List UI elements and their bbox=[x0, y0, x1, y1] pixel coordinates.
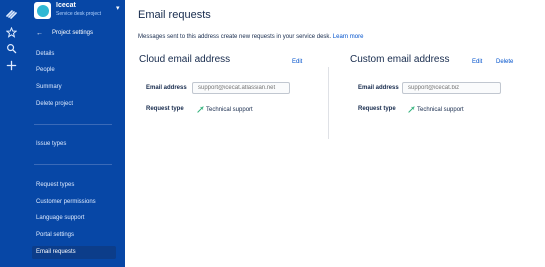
project-type: Service desk project bbox=[56, 11, 102, 17]
sidebar-item-details[interactable]: Details bbox=[34, 48, 118, 61]
star-icon[interactable] bbox=[3, 24, 19, 40]
section-divider bbox=[328, 67, 329, 139]
page-title: Email requests bbox=[138, 9, 211, 21]
search-icon[interactable] bbox=[3, 40, 19, 56]
wrench-icon bbox=[408, 106, 415, 113]
cloud-edit-link[interactable]: Edit bbox=[292, 59, 302, 65]
project-switcher[interactable]: Icecat Service desk project ▾ bbox=[34, 2, 122, 20]
back-to-project-settings[interactable]: ← Project settings bbox=[36, 28, 93, 38]
custom-request-type-value: Technical support bbox=[408, 106, 464, 113]
cloud-email-field[interactable] bbox=[192, 82, 290, 94]
sidebar-item-customer-permissions[interactable]: Customer permissions bbox=[34, 196, 118, 209]
intro-text: Messages sent to this address create new… bbox=[138, 34, 363, 40]
sidebar-item-language-support[interactable]: Language support bbox=[34, 212, 118, 225]
wrench-icon bbox=[197, 106, 204, 113]
project-avatar bbox=[34, 2, 51, 19]
custom-delete-link[interactable]: Delete bbox=[496, 59, 513, 65]
back-label: Project settings bbox=[52, 30, 94, 36]
cloud-request-type-value: Technical support bbox=[197, 106, 253, 113]
project-sidebar: Icecat Service desk project ▾ ← Project … bbox=[22, 0, 125, 267]
sidebar-item-issue-types[interactable]: Issue types bbox=[34, 138, 118, 151]
jira-logo-icon[interactable] bbox=[3, 5, 19, 21]
back-arrow-icon: ← bbox=[36, 29, 43, 37]
custom-request-type-text: Technical support bbox=[417, 106, 464, 113]
sidebar-item-request-types[interactable]: Request types bbox=[34, 179, 118, 192]
sidebar-item-delete-project[interactable]: Delete project bbox=[34, 98, 118, 111]
cloud-request-type-label: Request type bbox=[146, 106, 184, 112]
sidebar-item-summary[interactable]: Summary bbox=[34, 81, 118, 94]
custom-email-title: Custom email address bbox=[350, 54, 450, 65]
custom-edit-link[interactable]: Edit bbox=[472, 59, 482, 65]
learn-more-link[interactable]: Learn more bbox=[333, 34, 364, 40]
custom-request-type-label: Request type bbox=[358, 106, 396, 112]
cloud-request-type-text: Technical support bbox=[206, 106, 253, 113]
sidebar-item-email-requests[interactable]: Email requests bbox=[32, 246, 116, 259]
custom-email-label: Email address bbox=[358, 85, 399, 91]
project-name: Icecat bbox=[56, 2, 76, 9]
sidebar-divider bbox=[34, 164, 112, 165]
sidebar-divider bbox=[34, 124, 112, 125]
intro-message: Messages sent to this address create new… bbox=[138, 34, 332, 40]
chevron-down-icon: ▾ bbox=[116, 5, 120, 12]
custom-email-field[interactable] bbox=[402, 82, 501, 94]
plus-icon[interactable] bbox=[3, 57, 19, 73]
cloud-email-label: Email address bbox=[146, 85, 187, 91]
sidebar-item-people[interactable]: People bbox=[34, 64, 118, 77]
global-nav bbox=[0, 0, 22, 267]
cloud-email-title: Cloud email address bbox=[139, 54, 231, 65]
main-content: Email requests Messages sent to this add… bbox=[125, 0, 545, 267]
sidebar-item-portal-settings[interactable]: Portal settings bbox=[34, 229, 118, 242]
